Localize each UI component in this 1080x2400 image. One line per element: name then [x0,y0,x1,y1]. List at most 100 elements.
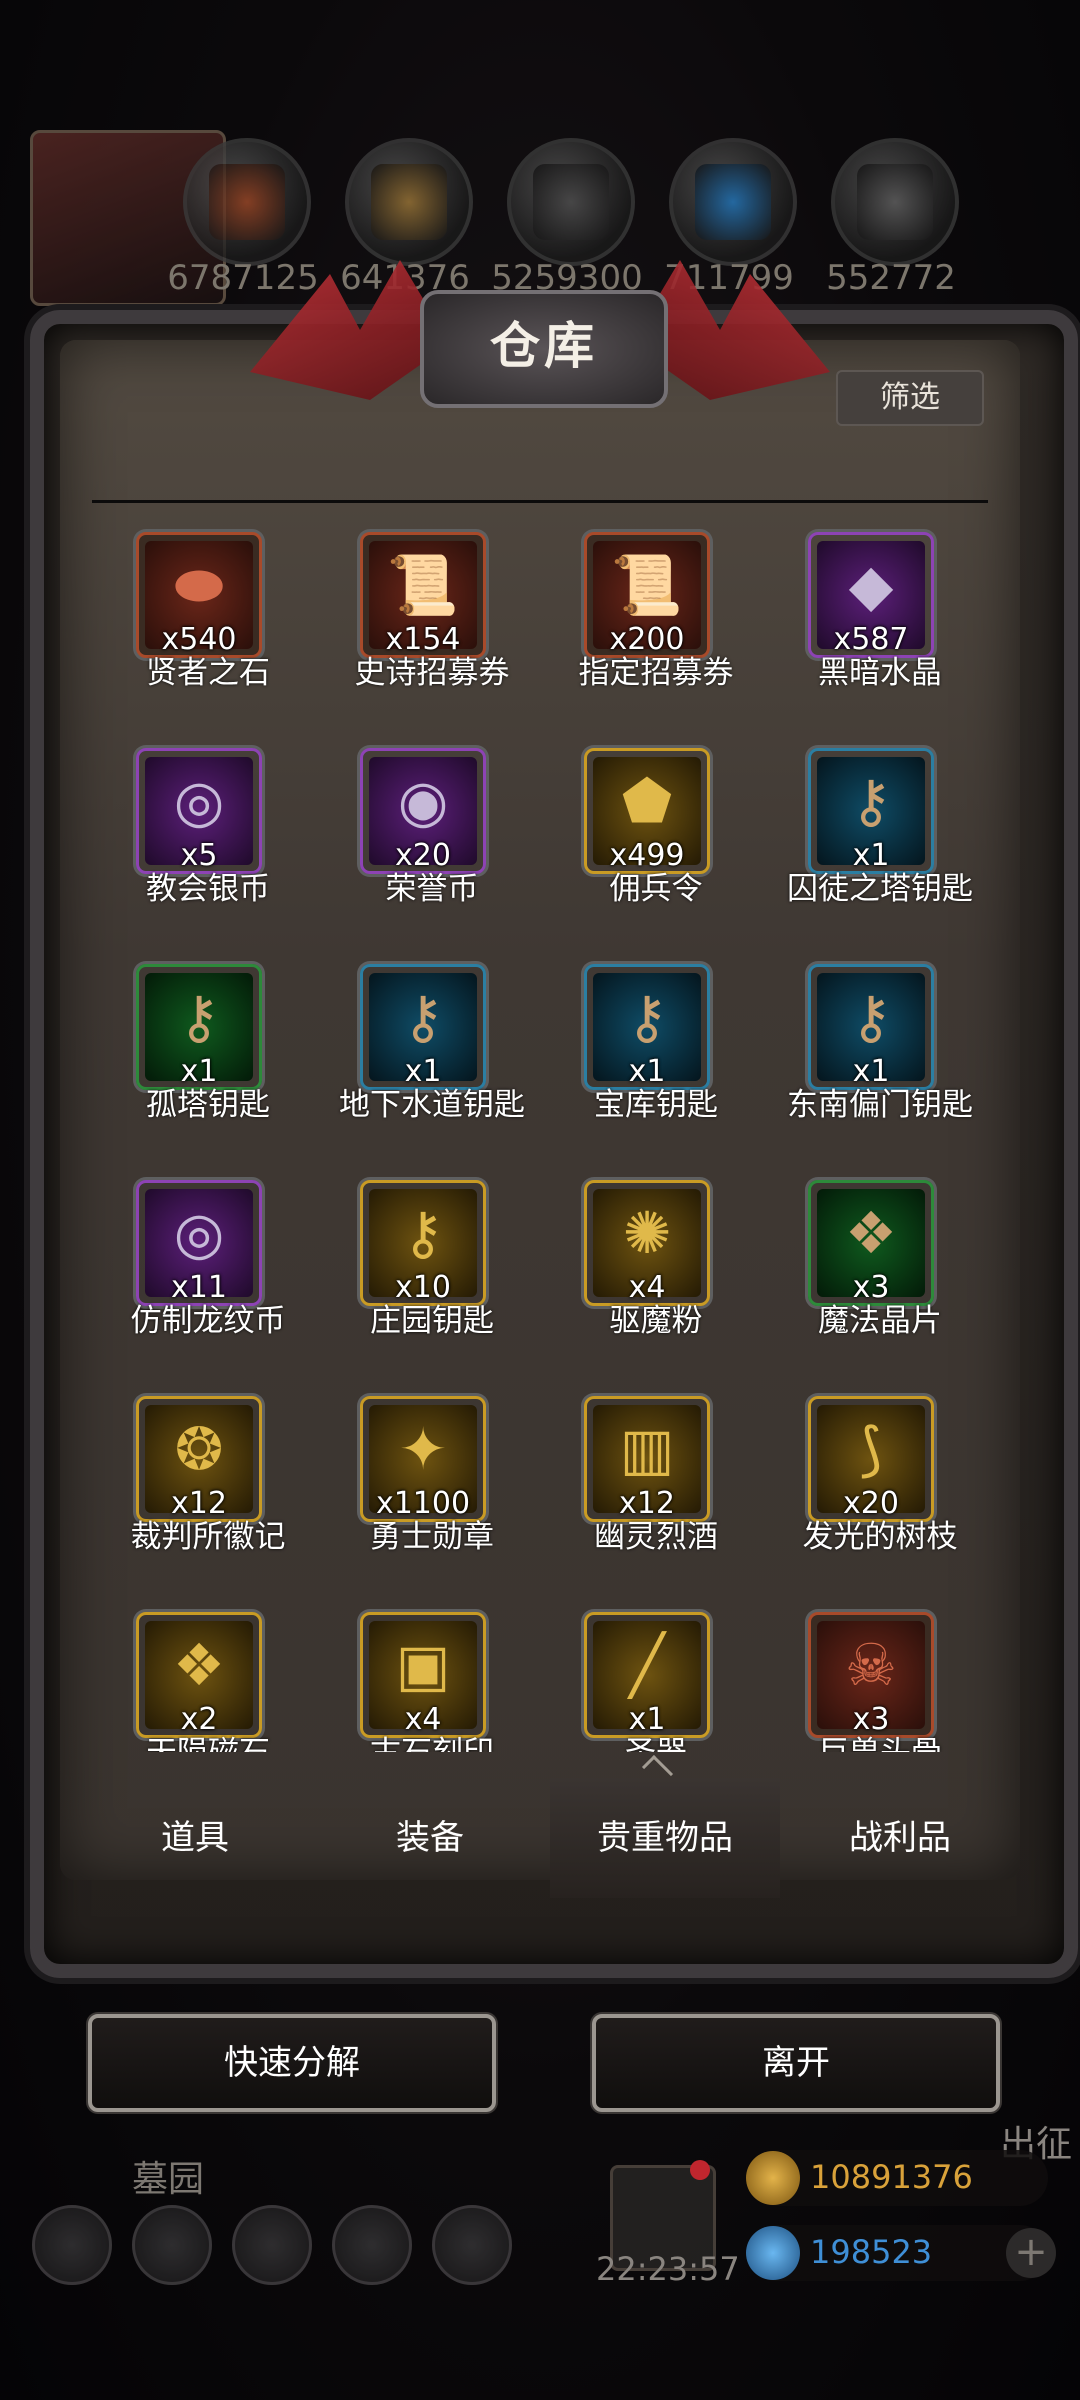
item-icon: ✺ [622,1199,672,1267]
item-name: 东南偏门钥匙 [787,1087,973,1123]
item-slot[interactable]: ▥ x12 [584,1396,710,1522]
item-slot[interactable]: ◎ x11 [136,1180,262,1306]
item-cell[interactable]: ▥ x12 幽灵烈酒 [544,1386,768,1602]
item-cell[interactable]: ✦ x1100 勇士勋章 [320,1386,544,1602]
guild-icon[interactable] [432,2205,512,2285]
quick-decompose-button[interactable]: 快速分解 [88,2014,496,2112]
leave-button[interactable]: 离开 [592,2014,1000,2112]
item-icon: ◆ [848,551,894,619]
item-icon: ❖ [173,1631,225,1699]
item-cell[interactable]: ⚷ x1 宝库钥匙 [544,954,768,1170]
item-slot[interactable]: ◆ x587 [808,532,934,658]
item-name: 荣誉币 [385,871,479,907]
item-name: 黑暗水晶 [818,655,942,691]
item-icon: ☠ [845,1631,897,1699]
item-icon: ◎ [173,767,225,835]
item-slot[interactable]: ⬬ x540 [136,532,262,658]
item-name: 孤塔钥匙 [146,1087,270,1123]
item-slot[interactable]: ◎ x5 [136,748,262,874]
item-name: 勇士勋章 [370,1519,494,1555]
item-slot[interactable]: ❖ x2 [136,1612,262,1738]
item-icon: ⚷ [401,1199,445,1267]
item-slot[interactable]: ⟆ x20 [808,1396,934,1522]
item-name: 教会银币 [146,871,270,907]
item-icon: ▥ [619,1415,675,1483]
item-slot[interactable]: 📜 x154 [360,532,486,658]
item-cell[interactable]: ◉ x20 荣誉币 [320,738,544,954]
item-cell[interactable]: ◎ x5 教会银币 [96,738,320,954]
item-cell[interactable]: ⚷ x10 庄园钥匙 [320,1170,544,1386]
tab-1[interactable]: 道具 [80,1778,310,1898]
tab-2[interactable]: 装备 [315,1778,545,1898]
hero-icon[interactable] [132,2205,212,2285]
item-slot[interactable]: ❂ x12 [136,1396,262,1522]
mail-icon[interactable] [332,2205,412,2285]
item-slot[interactable]: ⚷ x1 [136,964,262,1090]
resource-icon-3[interactable] [507,138,635,266]
item-slot[interactable]: ▣ x4 [360,1612,486,1738]
item-cell[interactable]: ✺ x4 驱魔粉 [544,1170,768,1386]
item-cell[interactable]: 📜 x200 指定招募券 [544,522,768,738]
item-slot[interactable]: ⬟ x499 [584,748,710,874]
resource-glyph-icon [209,164,285,240]
item-cell[interactable]: ▣x4古石刻印 [320,1602,544,1752]
item-slot[interactable]: ╱ x1 [584,1612,710,1738]
item-cell[interactable]: ⚷ x1 囚徒之塔钥匙 [768,738,988,954]
item-slot[interactable]: ⚷ x1 [808,748,934,874]
resource-icon-5[interactable] [831,138,959,266]
item-cell[interactable]: ◎ x11 仿制龙纹币 [96,1170,320,1386]
item-cell[interactable]: ⚷ x1 东南偏门钥匙 [768,954,988,1170]
filter-button[interactable]: 筛选 [836,370,984,426]
settings-icon[interactable] [32,2205,112,2285]
resource-glyph-icon [533,164,609,240]
item-cell[interactable]: ⟆ x20 发光的树枝 [768,1386,988,1602]
gate-icon[interactable] [232,2205,312,2285]
item-slot[interactable]: ✺ x4 [584,1180,710,1306]
item-cell[interactable]: ⚷ x1 地下水道钥匙 [320,954,544,1170]
item-cell[interactable]: ⬬ x540 贤者之石 [96,522,320,738]
item-slot[interactable]: ⚷ x1 [808,964,934,1090]
tab-3[interactable]: 贵重物品 [550,1778,780,1898]
item-name: 宝库钥匙 [594,1087,718,1123]
item-slot[interactable]: ⚷ x1 [360,964,486,1090]
notification-dot [690,2160,710,2180]
item-slot[interactable]: ❖ x3 [808,1180,934,1306]
item-icon: ⚷ [849,767,893,835]
item-slot[interactable]: ✦ x1100 [360,1396,486,1522]
header-divider [92,500,988,503]
item-slot[interactable]: 📜 x200 [584,532,710,658]
item-slot[interactable]: ⚷ x1 [584,964,710,1090]
item-cell[interactable]: ❖x2天陨磁石 [96,1602,320,1752]
resource-icon-1[interactable] [183,138,311,266]
resource-icon-4[interactable] [669,138,797,266]
item-cell[interactable]: 📜 x154 史诗招募券 [320,522,544,738]
item-grid: ⬬ x540 贤者之石 📜 x154 史诗招募券 📜 x200 指定招募券 ◆ x587 黑暗水晶 ◎ x… [92,522,988,1752]
gold-amount: 10891376 [810,2158,973,2196]
item-name: 巨兽头骨 [758,1727,988,1752]
resource-glyph-icon [371,164,447,240]
item-slot[interactable]: ☠ x3 [808,1612,934,1738]
item-name: 幽灵烈酒 [594,1519,718,1555]
item-slot[interactable]: ◉ x20 [360,748,486,874]
item-name: 仿制龙纹币 [130,1303,286,1339]
item-icon: ⬟ [621,767,673,835]
tab-4[interactable]: 战利品 [785,1778,1015,1898]
item-cell[interactable]: ⬟ x499 佣兵令 [544,738,768,954]
item-icon: ⟆ [859,1415,883,1483]
item-cell[interactable]: ☠x3巨兽头骨 [768,1602,988,1752]
item-cell[interactable]: ╱x1圣器 [544,1602,768,1752]
area-name: 墓园 [132,2159,205,2200]
item-icon: ⚷ [401,983,445,1051]
item-cell[interactable]: ◆ x587 黑暗水晶 [768,522,988,738]
category-tabs: 道具 装备 贵重物品 战利品 [80,1778,1000,1898]
item-slot[interactable]: ⚷ x10 [360,1180,486,1306]
item-name: 驱魔粉 [609,1303,703,1339]
item-icon: ◎ [173,1199,225,1267]
item-cell[interactable]: ⚷ x1 孤塔钥匙 [96,954,320,1170]
resource-icon-2[interactable] [345,138,473,266]
item-name: 史诗招募券 [354,655,510,691]
add-currency-button[interactable]: + [1006,2228,1056,2278]
item-icon: 📜 [386,551,460,619]
item-cell[interactable]: ❖ x3 魔法晶片 [768,1170,988,1386]
item-cell[interactable]: ❂ x12 裁判所徽记 [96,1386,320,1602]
